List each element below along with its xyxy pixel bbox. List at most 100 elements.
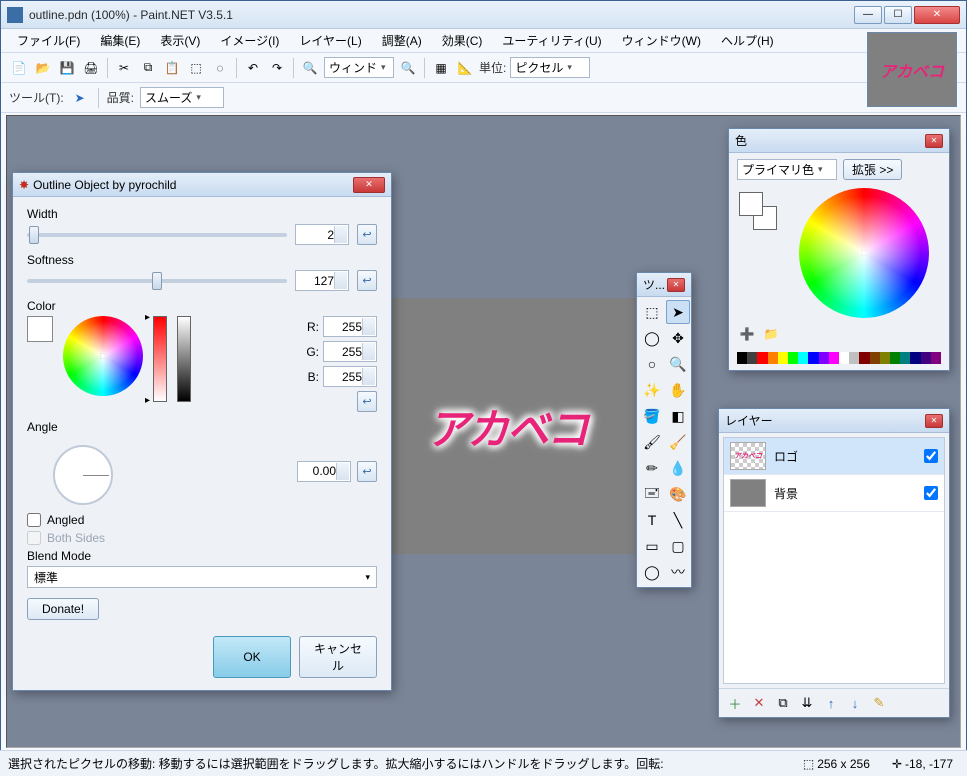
zoom-tool-icon[interactable]: 🔍 (666, 352, 690, 376)
g-input[interactable]: 255 (323, 341, 377, 362)
wheel-picker[interactable] (100, 353, 106, 359)
save-icon[interactable]: 💾 (57, 58, 77, 78)
fg-bg-swatches[interactable] (739, 192, 781, 234)
quality-combo[interactable]: スムーズ (140, 87, 224, 108)
lasso-tool-icon[interactable]: ◯ (640, 326, 664, 350)
menu-utility[interactable]: ユーティリティ(U) (494, 30, 609, 51)
palette-swatch[interactable] (859, 352, 869, 364)
cancel-button[interactable]: キャンセル (299, 636, 377, 678)
brush-tool-icon[interactable]: 🖌 (640, 430, 664, 454)
width-reset-button[interactable] (357, 224, 377, 245)
palette-swatch[interactable] (880, 352, 890, 364)
move-up-icon[interactable]: ↑ (821, 693, 841, 713)
color-reset-button[interactable] (357, 391, 377, 412)
palette-swatch[interactable] (768, 352, 778, 364)
zoom-in-icon[interactable]: 🔍 (398, 58, 418, 78)
layer-row[interactable]: アカベコロゴ (724, 438, 944, 475)
rect-tool-icon[interactable]: ▭ (640, 534, 664, 558)
eyedropper-tool-icon[interactable]: 💧 (666, 456, 690, 480)
copy-icon[interactable]: ⧉ (138, 58, 158, 78)
palette-swatch[interactable] (849, 352, 859, 364)
wheel-picker-large[interactable] (861, 250, 867, 256)
crop-icon[interactable]: ⬚ (186, 58, 206, 78)
value-bar[interactable] (177, 316, 191, 402)
ellipse-tool-icon[interactable]: ◯ (640, 560, 664, 584)
outline-dialog[interactable]: ✸ Outline Object by pyrochild Width 2 So… (12, 172, 392, 691)
undo-icon[interactable]: ↶ (243, 58, 263, 78)
blend-mode-combo[interactable]: 標準 (27, 566, 377, 588)
donate-button[interactable]: Donate! (27, 598, 99, 620)
width-input[interactable]: 2 (295, 224, 349, 245)
softness-reset-button[interactable] (357, 270, 377, 291)
r-input[interactable]: 255 (323, 316, 377, 337)
palette-swatch[interactable] (890, 352, 900, 364)
text-tool-icon[interactable]: T (640, 508, 664, 532)
layer-properties-icon[interactable]: ✎ (869, 693, 889, 713)
ellipse-select-tool-icon[interactable]: ○ (640, 352, 664, 376)
foreground-swatch[interactable] (739, 192, 763, 216)
color-wheel[interactable] (63, 316, 143, 396)
layer-visible-checkbox[interactable] (924, 449, 938, 463)
palette-swatch[interactable] (921, 352, 931, 364)
new-icon[interactable]: 📄 (9, 58, 29, 78)
ruler-icon[interactable]: 📐 (455, 58, 475, 78)
move-down-icon[interactable]: ↓ (845, 693, 865, 713)
color-wheel-large[interactable] (799, 188, 929, 318)
softness-slider[interactable] (27, 279, 287, 283)
more-button[interactable]: 拡張 >> (843, 159, 902, 180)
menu-window[interactable]: ウィンドウ(W) (614, 30, 709, 51)
fill-tool-icon[interactable]: 🪣 (640, 404, 664, 428)
merge-down-icon[interactable]: ⇊ (797, 693, 817, 713)
width-slider[interactable] (27, 233, 287, 237)
rounded-rect-tool-icon[interactable]: ▢ (666, 534, 690, 558)
canvas-image[interactable]: アカベコ (379, 298, 635, 554)
minimize-button[interactable] (854, 6, 882, 24)
zoom-combo[interactable]: ウィンド (324, 57, 394, 78)
angle-dial[interactable] (53, 445, 113, 505)
gradient-tool-icon[interactable]: ◧ (666, 404, 690, 428)
palette-swatch[interactable] (829, 352, 839, 364)
palette-swatch[interactable] (747, 352, 757, 364)
palette-swatch[interactable] (900, 352, 910, 364)
recolor-tool-icon[interactable]: 🎨 (666, 482, 690, 506)
which-color-combo[interactable]: プライマリ色 (737, 159, 837, 180)
palette-swatch[interactable] (839, 352, 849, 364)
palette-swatch[interactable] (808, 352, 818, 364)
layers-titlebar[interactable]: レイヤー (719, 409, 949, 433)
palette-swatch[interactable] (910, 352, 920, 364)
angled-checkbox[interactable] (27, 513, 41, 527)
open-icon[interactable]: 📂 (33, 58, 53, 78)
dialog-close-button[interactable] (353, 177, 385, 193)
angle-reset-button[interactable] (357, 461, 377, 482)
close-button[interactable] (914, 6, 960, 24)
palette-swatch[interactable] (870, 352, 880, 364)
palette-swatch[interactable] (931, 352, 941, 364)
colors-panel[interactable]: 色 プライマリ色 拡張 >> ➕ 📁 (728, 128, 950, 371)
dialog-titlebar[interactable]: ✸ Outline Object by pyrochild (13, 173, 391, 197)
titlebar[interactable]: outline.pdn (100%) - Paint.NET V3.5.1 (1, 1, 966, 29)
menu-edit[interactable]: 編集(E) (92, 30, 148, 51)
menu-view[interactable]: 表示(V) (152, 30, 208, 51)
layer-visible-checkbox[interactable] (924, 486, 938, 500)
zoom-out-icon[interactable]: 🔍 (300, 58, 320, 78)
deselect-icon[interactable]: ◌ (210, 58, 230, 78)
softness-input[interactable]: 127 (295, 270, 349, 291)
rect-select-tool-icon[interactable]: ⬚ (640, 300, 664, 324)
maximize-button[interactable] (884, 6, 912, 24)
b-input[interactable]: 255 (323, 366, 377, 387)
wand-tool-icon[interactable]: ✨ (640, 378, 664, 402)
palette-swatch[interactable] (757, 352, 767, 364)
palette-swatch[interactable] (798, 352, 808, 364)
cut-icon[interactable]: ✂ (114, 58, 134, 78)
menu-layer[interactable]: レイヤー(L) (291, 30, 369, 51)
line-tool-icon[interactable]: ╲ (666, 508, 690, 532)
layer-row[interactable]: 背景 (724, 475, 944, 512)
clone-tool-icon[interactable]: 🖃 (640, 482, 664, 506)
duplicate-layer-icon[interactable]: ⧉ (773, 693, 793, 713)
saturation-bar[interactable] (153, 316, 167, 402)
angle-input[interactable]: 0.00 (297, 461, 351, 482)
tools-titlebar[interactable]: ツ... (637, 273, 691, 297)
unit-combo[interactable]: ピクセル (510, 57, 590, 78)
freeform-tool-icon[interactable]: 〰 (666, 560, 690, 584)
palette-options-icon[interactable]: 📁 (761, 324, 781, 344)
